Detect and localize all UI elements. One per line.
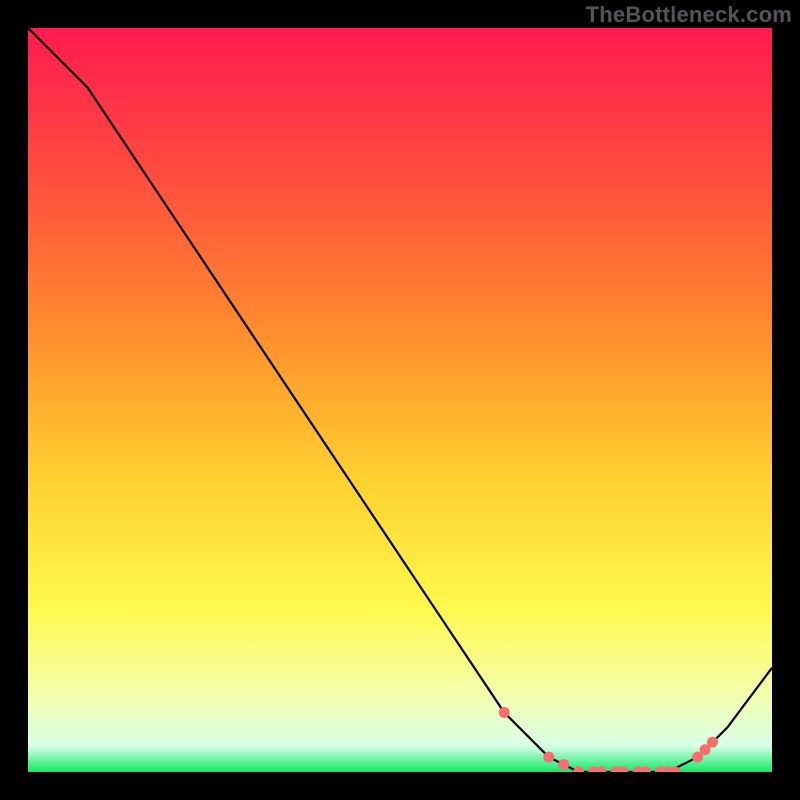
marker-dot bbox=[543, 752, 554, 763]
chart-frame: TheBottleneck.com bbox=[0, 0, 800, 800]
watermark-text: TheBottleneck.com bbox=[586, 2, 792, 28]
marker-dot bbox=[558, 759, 569, 770]
marker-dot bbox=[707, 737, 718, 748]
plot-area bbox=[28, 28, 772, 772]
marker-dot bbox=[499, 707, 510, 718]
gradient-background bbox=[28, 28, 772, 772]
bottleneck-chart bbox=[28, 28, 772, 772]
